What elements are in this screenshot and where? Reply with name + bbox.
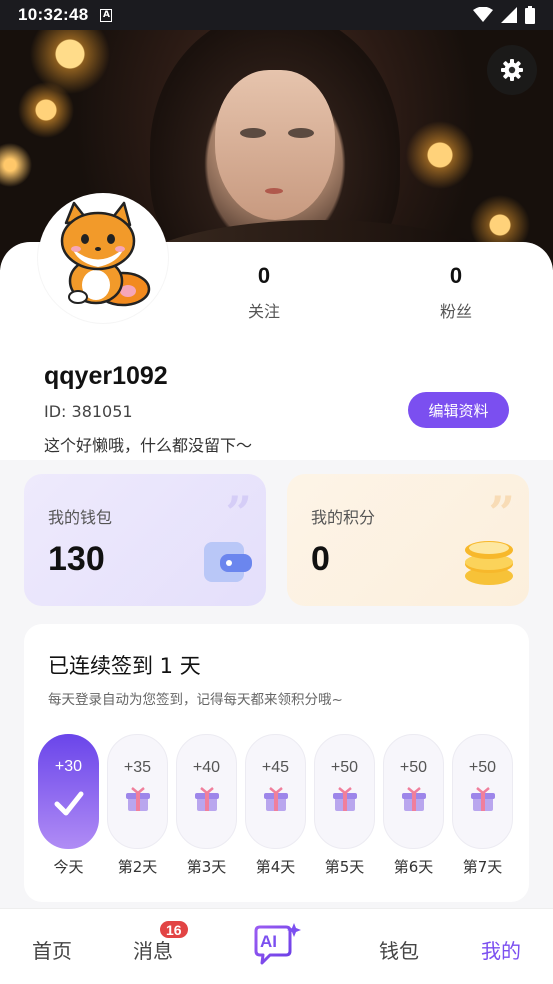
points-value: 0: [311, 540, 330, 578]
checkin-title: 已连续签到 1 天: [48, 654, 201, 678]
checkin-day-4[interactable]: +45 第4天: [245, 734, 306, 877]
points-title: 我的积分: [311, 508, 376, 527]
following-label: 关注: [247, 302, 280, 321]
gift-icon: [470, 787, 495, 811]
signal-icon: [501, 7, 517, 23]
gift-icon: [401, 787, 426, 811]
checkin-days: +30 今天 +35 第2天 +40 第3天 +45 第4天 +50 第5天 +…: [38, 734, 518, 884]
wallet-card[interactable]: 我的钱包 130 ”: [24, 474, 266, 606]
day-label: 第3天: [186, 858, 227, 876]
gift-icon: [332, 787, 357, 811]
tab-wallet[interactable]: 钱包: [379, 935, 419, 964]
day-pill: +50: [314, 734, 375, 849]
day-label: 第6天: [393, 858, 434, 876]
gift-icon: [263, 787, 288, 811]
following-count: 0: [257, 263, 271, 288]
user-bio: 这个好懒哦，什么都没留下～: [44, 436, 253, 455]
checkin-day-6[interactable]: +50 第6天: [383, 734, 444, 877]
following-stat[interactable]: 0 关注: [214, 263, 314, 322]
quote-mark-icon: ”: [488, 486, 515, 540]
day-points: +35: [123, 759, 152, 776]
quote-mark-icon: ”: [225, 486, 252, 540]
checkin-day-1[interactable]: +30 今天: [38, 734, 99, 877]
tab-ai[interactable]: AI: [250, 921, 302, 971]
gift-icon: [125, 787, 150, 811]
day-pill: +30: [38, 734, 99, 849]
messages-badge: 16: [158, 919, 190, 940]
points-card[interactable]: 我的积分 0 ”: [287, 474, 529, 606]
day-points: +30: [54, 758, 83, 775]
gift-icon: [194, 787, 219, 811]
day-points: +50: [399, 759, 428, 776]
gear-icon: [501, 59, 523, 81]
avatar[interactable]: [38, 193, 168, 323]
username: qqyer1092: [44, 362, 168, 390]
tab-home[interactable]: 首页: [32, 935, 72, 964]
tab-mine[interactable]: 我的: [481, 935, 521, 964]
status-bar: 10:32:48 A: [0, 0, 553, 30]
day-points: +45: [261, 759, 290, 776]
day-pill: +45: [245, 734, 306, 849]
day-pill: +40: [176, 734, 237, 849]
status-icons: [473, 6, 535, 24]
day-pill: +50: [383, 734, 444, 849]
checkin-day-3[interactable]: +40 第3天: [176, 734, 237, 877]
status-time: 10:32:48: [18, 5, 89, 24]
checkmark-icon: [54, 791, 83, 816]
banner-face: [215, 70, 335, 220]
banner-lips: [265, 188, 283, 194]
day-points: +40: [192, 759, 221, 776]
banner-left-eye: [240, 128, 266, 138]
wallet-value: 130: [48, 540, 105, 578]
battery-icon: [525, 6, 535, 24]
day-label: 第5天: [324, 858, 365, 876]
wallet-icon: [204, 542, 252, 582]
checkin-subtitle: 每天登录自动为您签到，记得每天都来领积分哦~: [48, 692, 343, 708]
fans-label: 粉丝: [439, 302, 472, 321]
wallet-title: 我的钱包: [48, 508, 113, 527]
day-label: 第2天: [117, 858, 158, 876]
user-id: ID: 381051: [44, 402, 133, 421]
bottom-tabbar: 首页 消息 16 AI 钱包 我的: [0, 908, 553, 984]
settings-button[interactable]: [487, 45, 537, 95]
day-label: 今天: [53, 858, 84, 876]
coins-icon: [465, 541, 513, 585]
checkin-card: 已连续签到 1 天 每天登录自动为您签到，记得每天都来领积分哦~ +30 今天 …: [24, 624, 529, 902]
day-points: +50: [330, 759, 359, 776]
day-pill: +50: [452, 734, 513, 849]
banner-right-eye: [288, 128, 314, 138]
checkin-day-5[interactable]: +50 第5天: [314, 734, 375, 877]
notification-a-icon: A: [100, 8, 113, 22]
day-pill: +35: [107, 734, 168, 849]
checkin-day-2[interactable]: +35 第2天: [107, 734, 168, 877]
fox-avatar-icon: [60, 201, 151, 307]
fans-count: 0: [449, 263, 463, 288]
checkin-day-7[interactable]: +50 第7天: [452, 734, 513, 877]
fans-stat[interactable]: 0 粉丝: [406, 263, 506, 322]
day-label: 第7天: [462, 858, 503, 876]
day-label: 第4天: [255, 858, 296, 876]
day-points: +50: [468, 759, 497, 776]
ai-label: AI: [260, 932, 277, 951]
wifi-icon: [473, 7, 493, 22]
edit-profile-button[interactable]: 编辑资料: [408, 392, 509, 428]
